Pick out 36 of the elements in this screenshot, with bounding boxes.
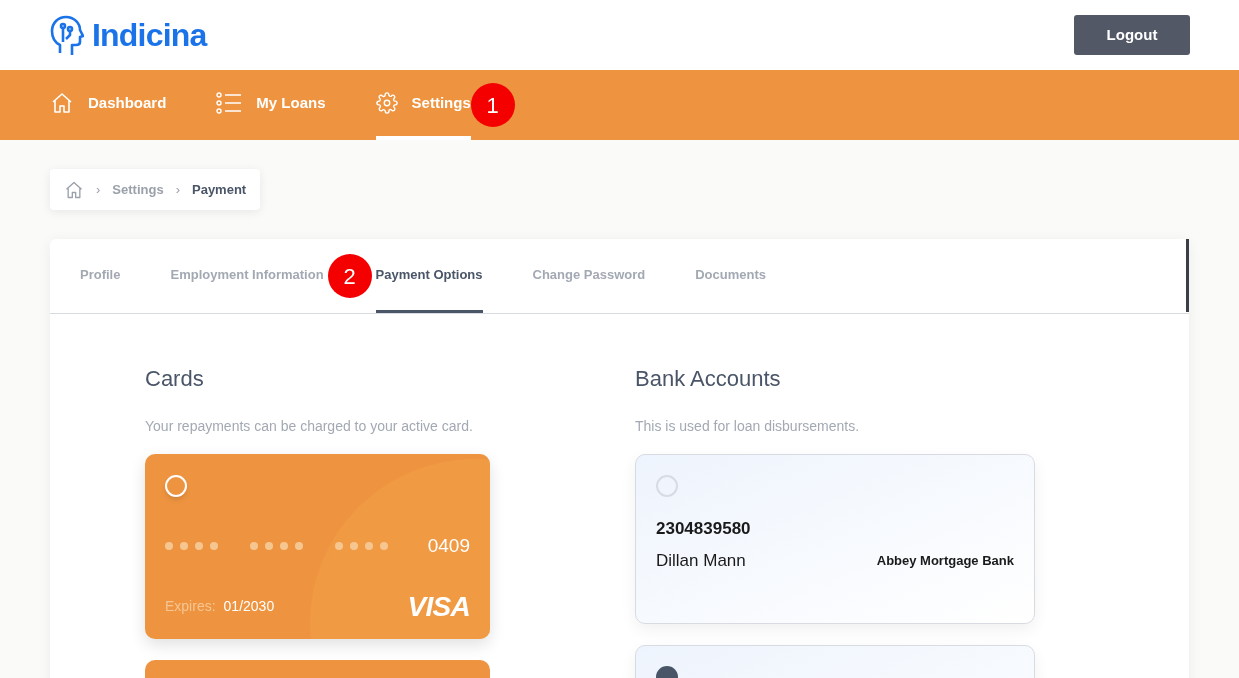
section-description: This is used for loan disbursements. [635, 417, 860, 436]
masked-digits-icon [165, 541, 389, 552]
breadcrumb-separator: › [175, 180, 180, 199]
nav-tab[interactable]: Settings [375, 70, 471, 140]
section-title: Cards [145, 365, 205, 393]
nav-tab[interactable]: Dashboard [50, 70, 167, 140]
settings-tab[interactable]: Payment Options [375, 239, 483, 313]
settings-tab[interactable]: Profile [80, 239, 121, 313]
logout-button[interactable]: Logout [1074, 15, 1190, 55]
bank-account-card[interactable]: 2304839580 Dillan Mann Abbey Mortgage Bank [635, 454, 1035, 624]
breadcrumb-link[interactable]: Settings [112, 179, 164, 200]
list-icon [216, 92, 243, 114]
card-brand-logo: VISA [407, 592, 470, 621]
card-last-digits: 0409 [427, 534, 470, 558]
brand-name: Indicina [92, 16, 207, 55]
expiry-label: Expires: [165, 597, 216, 616]
breadcrumb-separator: › [96, 180, 101, 199]
section-description: Your repayments can be charged to your active card. [145, 417, 473, 436]
expiry-date: 01/2030 [223, 597, 275, 616]
annotation-badge: 2 [327, 254, 372, 298]
section-title: Bank Accounts [635, 365, 782, 393]
account-holder-name: Dillan Mann [656, 549, 746, 572]
settings-tab[interactable]: Employment Information [170, 239, 324, 313]
annotation-badge: 1 [470, 83, 515, 127]
head-circuit-logo-icon [50, 15, 84, 55]
settings-tab[interactable]: Documents [695, 239, 766, 313]
settings-tab[interactable]: Change Password [532, 239, 646, 313]
breadcrumb-link[interactable]: Payment [192, 179, 247, 200]
home-icon [64, 179, 84, 200]
scrollbar[interactable] [1186, 239, 1189, 312]
nav-tab[interactable]: My Loans [216, 70, 326, 140]
payment-card[interactable]: 0409 Expires: 01/2030 VISA [145, 454, 490, 639]
home-icon [50, 91, 74, 115]
bank-name: Abbey Mortgage Bank [876, 551, 1014, 570]
account-number: 2304839580 [656, 518, 752, 540]
settings-icon [375, 92, 398, 114]
